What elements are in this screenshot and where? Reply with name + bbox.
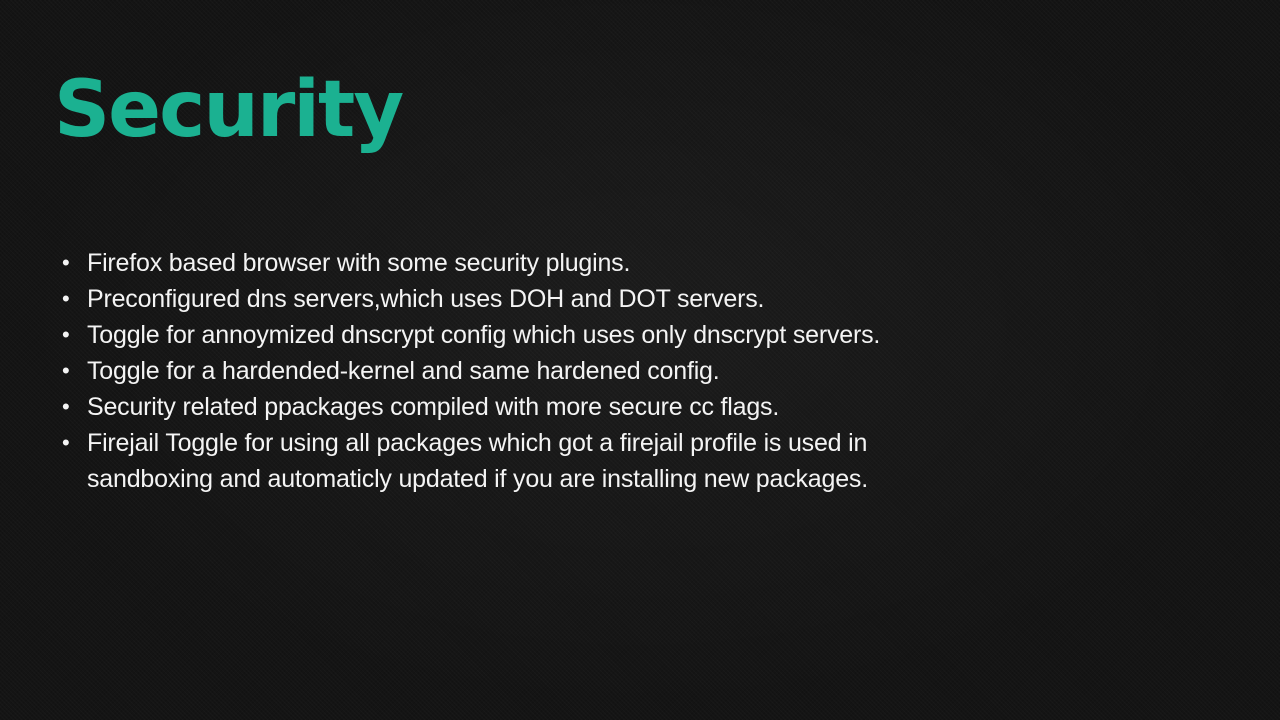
list-item-text: Toggle for a hardended-kernel and same h… bbox=[87, 357, 720, 385]
list-item: • Toggle for annoymized dnscrypt config … bbox=[60, 317, 1020, 353]
list-item: • Firefox based browser with some securi… bbox=[60, 245, 1020, 281]
list-item-text: Firejail Toggle for using all packages w… bbox=[87, 429, 868, 493]
list-item: • Firejail Toggle for using all packages… bbox=[60, 425, 1020, 497]
list-item-text: Firefox based browser with some security… bbox=[87, 249, 631, 277]
bullet-icon: • bbox=[62, 286, 70, 311]
list-item-text: Security related ppackages compiled with… bbox=[87, 393, 780, 421]
list-item-text: Preconfigured dns servers,which uses DOH… bbox=[87, 285, 765, 313]
bullet-list: • Firefox based browser with some securi… bbox=[60, 245, 1020, 497]
slide-title: Security bbox=[54, 65, 404, 155]
bullet-icon: • bbox=[62, 394, 70, 419]
bullet-icon: • bbox=[62, 430, 70, 455]
list-item: • Toggle for a hardended-kernel and same… bbox=[60, 353, 1020, 389]
bullet-icon: • bbox=[62, 250, 70, 275]
bullet-icon: • bbox=[62, 358, 70, 383]
list-item: • Preconfigured dns servers,which uses D… bbox=[60, 281, 1020, 317]
slide: Security • Firefox based browser with so… bbox=[0, 0, 1280, 720]
list-item: • Security related ppackages compiled wi… bbox=[60, 389, 1020, 425]
bullet-icon: • bbox=[62, 322, 70, 347]
list-item-text: Toggle for annoymized dnscrypt config wh… bbox=[87, 321, 881, 349]
